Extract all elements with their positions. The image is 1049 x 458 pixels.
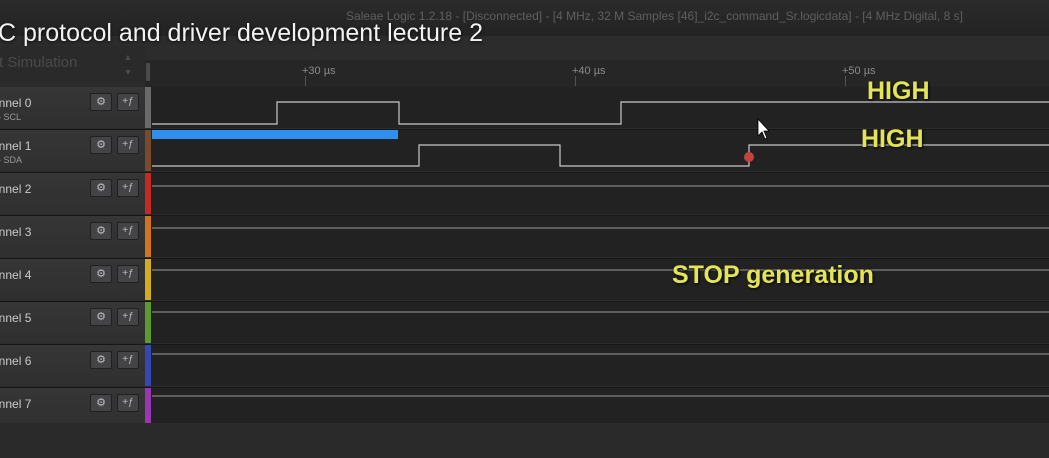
video-title-overlay: C protocol and driver development lectur…: [0, 19, 483, 47]
gear-icon[interactable]: ⚙: [90, 179, 112, 197]
channel-name: annel 4: [0, 268, 32, 282]
channel-row[interactable]: annel 2 ⚙ +ƒ: [0, 173, 1049, 216]
trigger-icon[interactable]: +ƒ: [117, 394, 139, 412]
gear-icon[interactable]: ⚙: [90, 222, 112, 240]
channel-label-panel[interactable]: annel 2 ⚙ +ƒ: [0, 173, 145, 214]
channel-alias: - SCL: [0, 112, 22, 122]
bottom-bar: [0, 423, 1049, 458]
channel-label-panel[interactable]: annel 4 ⚙ +ƒ: [0, 259, 145, 300]
trigger-icon[interactable]: +ƒ: [117, 136, 139, 154]
trigger-icon[interactable]: +ƒ: [117, 222, 139, 240]
trigger-icon[interactable]: +ƒ: [117, 351, 139, 369]
tick-label: +40 µs: [572, 65, 606, 77]
gear-icon[interactable]: ⚙: [90, 93, 112, 111]
channel-label-panel[interactable]: annel 0 - SCL ⚙ +ƒ: [0, 87, 145, 128]
tick-mark: [845, 76, 846, 86]
channel-name: annel 7: [0, 397, 32, 411]
channel-row[interactable]: annel 4 ⚙ +ƒ: [0, 259, 1049, 302]
channel-name: annel 1: [0, 139, 32, 153]
gear-icon[interactable]: ⚙: [90, 265, 112, 283]
channel-waveform-area[interactable]: [151, 302, 1049, 343]
simulation-dropdown-icon[interactable]: ▲ ▼: [120, 50, 136, 80]
sda-high-annotation: HIGH: [861, 125, 924, 153]
gear-icon[interactable]: ⚙: [90, 308, 112, 326]
channel-name: annel 6: [0, 354, 32, 368]
start-simulation-button[interactable]: rt Simulation: [0, 54, 77, 71]
tick-mark: [305, 76, 306, 86]
stop-generation-annotation: STOP generation: [672, 261, 874, 289]
tick-label: +30 µs: [302, 65, 336, 77]
scl-high-annotation: HIGH: [867, 77, 930, 105]
tick-label: +50 µs: [842, 65, 876, 77]
channel-name: annel 3: [0, 225, 32, 239]
trigger-icon[interactable]: +ƒ: [117, 179, 139, 197]
gear-icon[interactable]: ⚙: [90, 351, 112, 369]
channel-label-panel[interactable]: annel 3 ⚙ +ƒ: [0, 216, 145, 257]
channel-waveform-area[interactable]: [151, 259, 1049, 300]
channel-label-panel[interactable]: annel 1 - SDA ⚙ +ƒ: [0, 130, 145, 171]
gear-icon[interactable]: ⚙: [90, 394, 112, 412]
trigger-icon[interactable]: +ƒ: [117, 308, 139, 326]
channel-name: annel 5: [0, 311, 32, 325]
trigger-icon[interactable]: +ƒ: [117, 93, 139, 111]
tick-mark: [575, 76, 576, 86]
gear-icon[interactable]: ⚙: [90, 136, 112, 154]
channel-label-panel[interactable]: annel 5 ⚙ +ƒ: [0, 302, 145, 343]
channel-alias: - SDA: [0, 155, 23, 165]
channel-row[interactable]: annel 6 ⚙ +ƒ: [0, 345, 1049, 388]
channel-waveform-area[interactable]: [151, 345, 1049, 386]
channel-name: annel 2: [0, 182, 32, 196]
ruler-handle[interactable]: [146, 63, 150, 81]
simulation-panel: rt Simulation ▲ ▼: [0, 46, 145, 86]
channel-label-panel[interactable]: annel 6 ⚙ +ƒ: [0, 345, 145, 386]
channel-waveform-area[interactable]: [151, 216, 1049, 257]
trigger-icon[interactable]: +ƒ: [117, 265, 139, 283]
channel-waveform-area[interactable]: [151, 173, 1049, 214]
channel-name: annel 0: [0, 96, 32, 110]
channel-row[interactable]: annel 3 ⚙ +ƒ: [0, 216, 1049, 259]
channel-row[interactable]: annel 5 ⚙ +ƒ: [0, 302, 1049, 345]
